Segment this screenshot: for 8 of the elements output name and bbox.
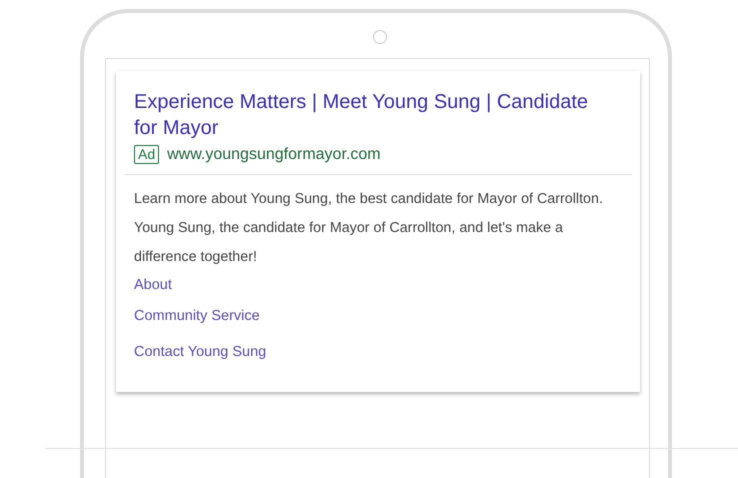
- sitelink[interactable]: About: [134, 272, 172, 298]
- sitelink[interactable]: Contact Young Sung: [134, 334, 266, 370]
- ad-url: www.youngsungformayor.com: [167, 146, 381, 164]
- camera-icon: [373, 30, 387, 44]
- ad-title-link[interactable]: Experience Matters | Meet Young Sung | Candidate for Mayor: [134, 89, 604, 141]
- ad-badge: Ad: [134, 145, 160, 164]
- sitelink[interactable]: Community Service: [134, 298, 260, 334]
- ad-description: Learn more about Young Sung, the best candidate for Mayor of Carrollton. Young Sung, the candidate for Mayor of Carrollton, and let's make a difference together!: [134, 190, 604, 267]
